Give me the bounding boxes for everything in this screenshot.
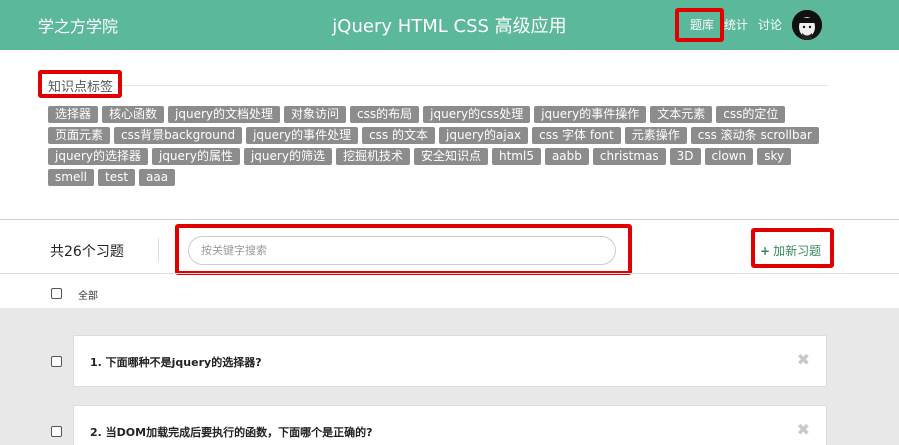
nav-item-discussion[interactable]: 讨论: [758, 16, 782, 33]
tag-chip[interactable]: 对象访问: [284, 106, 347, 123]
tag-chip[interactable]: aaa: [139, 169, 176, 186]
question-card[interactable]: 1. 下面哪种不是jquery的选择器? ✖: [73, 335, 827, 387]
top-navbar: 学之方学院 jQuery HTML CSS 高级应用 题库 统计 讨论: [0, 0, 899, 50]
tag-chip[interactable]: jquery的css处理: [423, 106, 531, 123]
tag-chip[interactable]: jquery的筛选: [243, 148, 332, 165]
tag-chip[interactable]: 元素操作: [624, 127, 687, 144]
select-all-label: 全部: [78, 291, 98, 302]
nav-item-question-bank[interactable]: 题库: [690, 16, 714, 33]
tags-divider: [122, 85, 828, 86]
tag-chip[interactable]: aabb: [544, 148, 589, 165]
tag-chip[interactable]: jquery的属性: [151, 148, 240, 165]
tag-chip[interactable]: css 字体 font: [532, 127, 621, 144]
tag-chip[interactable]: clown: [704, 148, 754, 165]
tag-chip[interactable]: css背景background: [114, 127, 243, 144]
tag-chip[interactable]: 3D: [669, 148, 701, 165]
tag-chip[interactable]: sky: [757, 148, 792, 165]
question-count: 共26个习题: [50, 244, 124, 260]
question-card[interactable]: 2. 当DOM加载完成后要执行的函数，下面哪个是正确的? ✖: [73, 405, 827, 445]
tag-chip[interactable]: 挖掘机技术: [335, 148, 410, 165]
tag-chip[interactable]: christmas: [592, 148, 666, 165]
tag-chip[interactable]: jquery的ajax: [439, 127, 529, 144]
top-nav: 题库 统计 讨论: [690, 16, 782, 33]
tag-chip[interactable]: smell: [48, 169, 94, 186]
tag-chip[interactable]: 安全知识点: [413, 148, 488, 165]
tag-chip[interactable]: jquery的事件操作: [534, 106, 647, 123]
nav-item-statistics[interactable]: 统计: [724, 16, 748, 33]
question-list: 1. 下面哪种不是jquery的选择器? ✖ 2. 当DOM加载完成后要执行的函…: [0, 308, 899, 445]
question-checkbox[interactable]: [51, 426, 62, 437]
toolbar-divider: [0, 273, 899, 274]
plus-icon: +: [760, 244, 771, 258]
tag-chip[interactable]: 核心函数: [102, 106, 165, 123]
tag-chip[interactable]: 页面元素: [48, 127, 111, 144]
tag-chip[interactable]: 选择器: [48, 106, 99, 123]
tag-chip[interactable]: jquery的事件处理: [246, 127, 359, 144]
count-separator: [158, 238, 159, 262]
close-icon[interactable]: ✖: [797, 420, 810, 439]
close-icon[interactable]: ✖: [797, 350, 810, 369]
tag-chip[interactable]: jquery的选择器: [48, 148, 148, 165]
add-question-button[interactable]: + 加新习题: [760, 242, 821, 259]
avatar[interactable]: [792, 10, 822, 40]
question-text: 2. 当DOM加载完成后要执行的函数，下面哪个是正确的?: [90, 426, 373, 439]
add-question-label: 加新习题: [773, 244, 822, 258]
tag-chip[interactable]: test: [98, 169, 136, 186]
question-text: 1. 下面哪种不是jquery的选择器?: [90, 356, 262, 369]
select-all-checkbox[interactable]: [51, 288, 62, 299]
tag-chip[interactable]: css 滚动条 scrollbar: [690, 127, 819, 144]
tag-chip[interactable]: html5: [491, 148, 541, 165]
search-input[interactable]: [188, 236, 616, 265]
tag-chip[interactable]: 文本元素: [650, 106, 713, 123]
tag-chip[interactable]: jquery的文档处理: [168, 106, 281, 123]
tag-chip[interactable]: css 的文本: [362, 127, 435, 144]
section-divider: [0, 219, 899, 220]
question-checkbox[interactable]: [51, 356, 62, 367]
tags-section-title: 知识点标签: [48, 80, 114, 95]
tag-list: 选择器 核心函数 jquery的文档处理 对象访问 css的布局 jquery的css处理…: [48, 106, 828, 186]
tag-chip[interactable]: css的布局: [350, 106, 420, 123]
tag-chip[interactable]: css的定位: [716, 106, 786, 123]
